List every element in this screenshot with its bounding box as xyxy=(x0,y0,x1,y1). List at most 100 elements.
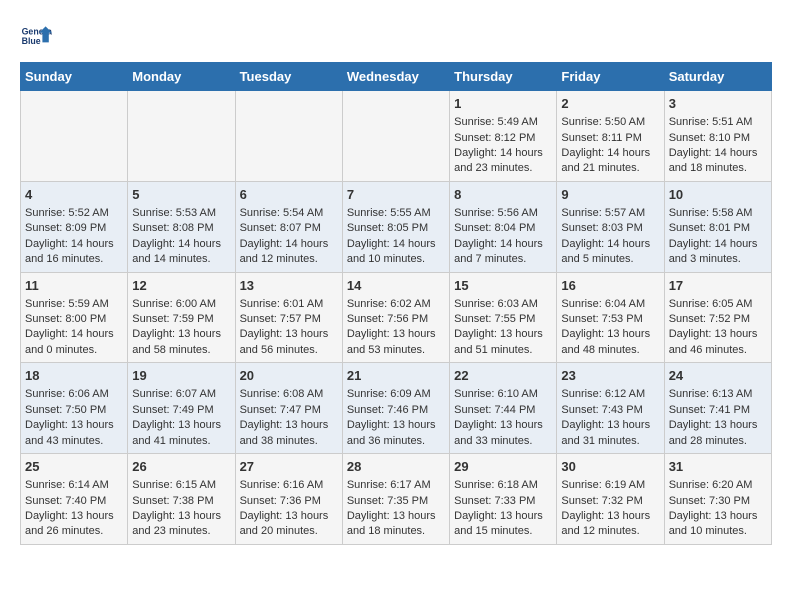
sunrise-text: Sunrise: 5:51 AM xyxy=(669,115,767,130)
sunset-text: Sunset: 8:03 PM xyxy=(561,221,659,236)
calendar-cell: 21Sunrise: 6:09 AMSunset: 7:46 PMDayligh… xyxy=(342,363,449,454)
calendar-cell: 27Sunrise: 6:16 AMSunset: 7:36 PMDayligh… xyxy=(235,454,342,545)
sunrise-text: Sunrise: 5:50 AM xyxy=(561,115,659,130)
calendar-cell: 6Sunrise: 5:54 AMSunset: 8:07 PMDaylight… xyxy=(235,181,342,272)
header-wednesday: Wednesday xyxy=(342,63,449,91)
daylight-text: Daylight: 14 hours and 5 minutes. xyxy=(561,237,659,268)
day-number: 7 xyxy=(347,186,445,204)
sunrise-text: Sunrise: 5:55 AM xyxy=(347,206,445,221)
day-number: 15 xyxy=(454,277,552,295)
sunset-text: Sunset: 8:08 PM xyxy=(132,221,230,236)
sunrise-text: Sunrise: 5:57 AM xyxy=(561,206,659,221)
sunset-text: Sunset: 8:00 PM xyxy=(25,312,123,327)
calendar-cell: 13Sunrise: 6:01 AMSunset: 7:57 PMDayligh… xyxy=(235,272,342,363)
sunrise-text: Sunrise: 6:09 AM xyxy=(347,387,445,402)
sunset-text: Sunset: 7:50 PM xyxy=(25,403,123,418)
sunrise-text: Sunrise: 6:18 AM xyxy=(454,478,552,493)
daylight-text: Daylight: 13 hours and 43 minutes. xyxy=(25,418,123,449)
logo-icon: General Blue xyxy=(20,20,52,52)
sunrise-text: Sunrise: 5:54 AM xyxy=(240,206,338,221)
week-row-1: 1Sunrise: 5:49 AMSunset: 8:12 PMDaylight… xyxy=(21,91,772,182)
day-number: 31 xyxy=(669,458,767,476)
sunrise-text: Sunrise: 5:53 AM xyxy=(132,206,230,221)
calendar-cell: 8Sunrise: 5:56 AMSunset: 8:04 PMDaylight… xyxy=(450,181,557,272)
daylight-text: Daylight: 14 hours and 7 minutes. xyxy=(454,237,552,268)
sunset-text: Sunset: 8:07 PM xyxy=(240,221,338,236)
sunrise-text: Sunrise: 6:07 AM xyxy=(132,387,230,402)
calendar-cell: 20Sunrise: 6:08 AMSunset: 7:47 PMDayligh… xyxy=(235,363,342,454)
sunset-text: Sunset: 7:46 PM xyxy=(347,403,445,418)
daylight-text: Daylight: 13 hours and 10 minutes. xyxy=(669,509,767,540)
calendar-cell: 15Sunrise: 6:03 AMSunset: 7:55 PMDayligh… xyxy=(450,272,557,363)
calendar-cell: 22Sunrise: 6:10 AMSunset: 7:44 PMDayligh… xyxy=(450,363,557,454)
daylight-text: Daylight: 14 hours and 18 minutes. xyxy=(669,146,767,177)
sunset-text: Sunset: 7:59 PM xyxy=(132,312,230,327)
daylight-text: Daylight: 13 hours and 26 minutes. xyxy=(25,509,123,540)
sunset-text: Sunset: 8:05 PM xyxy=(347,221,445,236)
calendar-cell: 17Sunrise: 6:05 AMSunset: 7:52 PMDayligh… xyxy=(664,272,771,363)
day-number: 5 xyxy=(132,186,230,204)
header-thursday: Thursday xyxy=(450,63,557,91)
sunrise-text: Sunrise: 6:16 AM xyxy=(240,478,338,493)
sunrise-text: Sunrise: 6:20 AM xyxy=(669,478,767,493)
daylight-text: Daylight: 13 hours and 58 minutes. xyxy=(132,327,230,358)
day-number: 16 xyxy=(561,277,659,295)
daylight-text: Daylight: 13 hours and 41 minutes. xyxy=(132,418,230,449)
sunset-text: Sunset: 7:33 PM xyxy=(454,494,552,509)
header-monday: Monday xyxy=(128,63,235,91)
day-number: 20 xyxy=(240,367,338,385)
day-number: 10 xyxy=(669,186,767,204)
sunrise-text: Sunrise: 6:17 AM xyxy=(347,478,445,493)
calendar-cell xyxy=(342,91,449,182)
day-number: 2 xyxy=(561,95,659,113)
day-number: 26 xyxy=(132,458,230,476)
day-number: 25 xyxy=(25,458,123,476)
calendar-cell: 3Sunrise: 5:51 AMSunset: 8:10 PMDaylight… xyxy=(664,91,771,182)
sunrise-text: Sunrise: 5:59 AM xyxy=(25,297,123,312)
sunrise-text: Sunrise: 6:10 AM xyxy=(454,387,552,402)
day-number: 6 xyxy=(240,186,338,204)
daylight-text: Daylight: 13 hours and 53 minutes. xyxy=(347,327,445,358)
daylight-text: Daylight: 13 hours and 51 minutes. xyxy=(454,327,552,358)
daylight-text: Daylight: 13 hours and 15 minutes. xyxy=(454,509,552,540)
sunset-text: Sunset: 7:55 PM xyxy=(454,312,552,327)
sunset-text: Sunset: 7:35 PM xyxy=(347,494,445,509)
sunrise-text: Sunrise: 5:56 AM xyxy=(454,206,552,221)
sunset-text: Sunset: 7:38 PM xyxy=(132,494,230,509)
day-number: 18 xyxy=(25,367,123,385)
calendar-cell: 16Sunrise: 6:04 AMSunset: 7:53 PMDayligh… xyxy=(557,272,664,363)
calendar-cell: 12Sunrise: 6:00 AMSunset: 7:59 PMDayligh… xyxy=(128,272,235,363)
calendar-cell: 5Sunrise: 5:53 AMSunset: 8:08 PMDaylight… xyxy=(128,181,235,272)
day-number: 22 xyxy=(454,367,552,385)
daylight-text: Daylight: 13 hours and 23 minutes. xyxy=(132,509,230,540)
calendar-cell xyxy=(21,91,128,182)
day-number: 19 xyxy=(132,367,230,385)
daylight-text: Daylight: 14 hours and 16 minutes. xyxy=(25,237,123,268)
page-header: General Blue xyxy=(20,20,772,52)
calendar-cell: 9Sunrise: 5:57 AMSunset: 8:03 PMDaylight… xyxy=(557,181,664,272)
day-number: 30 xyxy=(561,458,659,476)
calendar-cell: 28Sunrise: 6:17 AMSunset: 7:35 PMDayligh… xyxy=(342,454,449,545)
calendar-cell: 19Sunrise: 6:07 AMSunset: 7:49 PMDayligh… xyxy=(128,363,235,454)
sunrise-text: Sunrise: 6:14 AM xyxy=(25,478,123,493)
calendar-cell xyxy=(235,91,342,182)
day-number: 14 xyxy=(347,277,445,295)
sunset-text: Sunset: 8:11 PM xyxy=(561,131,659,146)
daylight-text: Daylight: 13 hours and 18 minutes. xyxy=(347,509,445,540)
sunset-text: Sunset: 7:32 PM xyxy=(561,494,659,509)
sunset-text: Sunset: 7:43 PM xyxy=(561,403,659,418)
daylight-text: Daylight: 14 hours and 23 minutes. xyxy=(454,146,552,177)
calendar-cell: 4Sunrise: 5:52 AMSunset: 8:09 PMDaylight… xyxy=(21,181,128,272)
sunrise-text: Sunrise: 6:06 AM xyxy=(25,387,123,402)
daylight-text: Daylight: 13 hours and 20 minutes. xyxy=(240,509,338,540)
day-number: 24 xyxy=(669,367,767,385)
sunrise-text: Sunrise: 6:08 AM xyxy=(240,387,338,402)
sunset-text: Sunset: 7:30 PM xyxy=(669,494,767,509)
daylight-text: Daylight: 13 hours and 31 minutes. xyxy=(561,418,659,449)
sunrise-text: Sunrise: 6:13 AM xyxy=(669,387,767,402)
week-row-4: 18Sunrise: 6:06 AMSunset: 7:50 PMDayligh… xyxy=(21,363,772,454)
daylight-text: Daylight: 14 hours and 21 minutes. xyxy=(561,146,659,177)
calendar-cell: 10Sunrise: 5:58 AMSunset: 8:01 PMDayligh… xyxy=(664,181,771,272)
daylight-text: Daylight: 13 hours and 12 minutes. xyxy=(561,509,659,540)
day-number: 8 xyxy=(454,186,552,204)
